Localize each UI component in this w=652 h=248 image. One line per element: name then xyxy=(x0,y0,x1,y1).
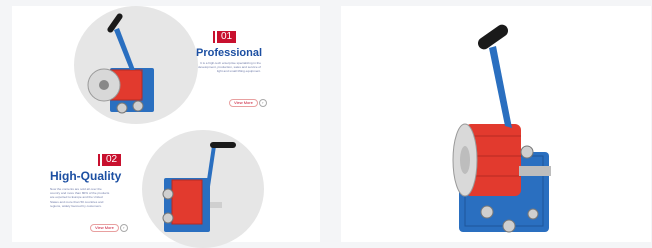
hand-winch-image xyxy=(87,13,154,114)
hand-winch-image[interactable] xyxy=(341,6,651,242)
winch-photo-circle-bottom xyxy=(142,130,264,248)
view-more-button[interactable]: View More › xyxy=(90,224,128,232)
view-more-label[interactable]: View More xyxy=(90,224,119,232)
winch-photo-circle-top xyxy=(74,6,198,124)
feature-panel: 01 Professional It is a high-tech enterp… xyxy=(12,6,320,248)
section-number: 02 xyxy=(102,154,122,166)
section-number-badge: 02 xyxy=(98,154,122,166)
hand-winch-image xyxy=(162,142,236,232)
section-description: Now the contents are sold all over the c… xyxy=(50,187,110,208)
section-number-badge: 01 xyxy=(213,31,237,43)
badge-accent-bar xyxy=(98,154,100,166)
product-image-panel xyxy=(341,6,651,242)
arrow-right-icon[interactable]: › xyxy=(119,224,128,232)
arrow-right-icon[interactable]: › xyxy=(258,99,267,107)
section-title-high-quality: High-Quality xyxy=(50,169,122,183)
view-more-button[interactable]: View More › xyxy=(229,99,267,107)
section-description: It is a high-tech enterprise specializin… xyxy=(198,61,261,74)
section-number: 01 xyxy=(217,31,237,43)
badge-accent-bar xyxy=(213,31,215,43)
view-more-label[interactable]: View More xyxy=(229,99,258,107)
section-title-professional: Professional xyxy=(196,47,263,59)
